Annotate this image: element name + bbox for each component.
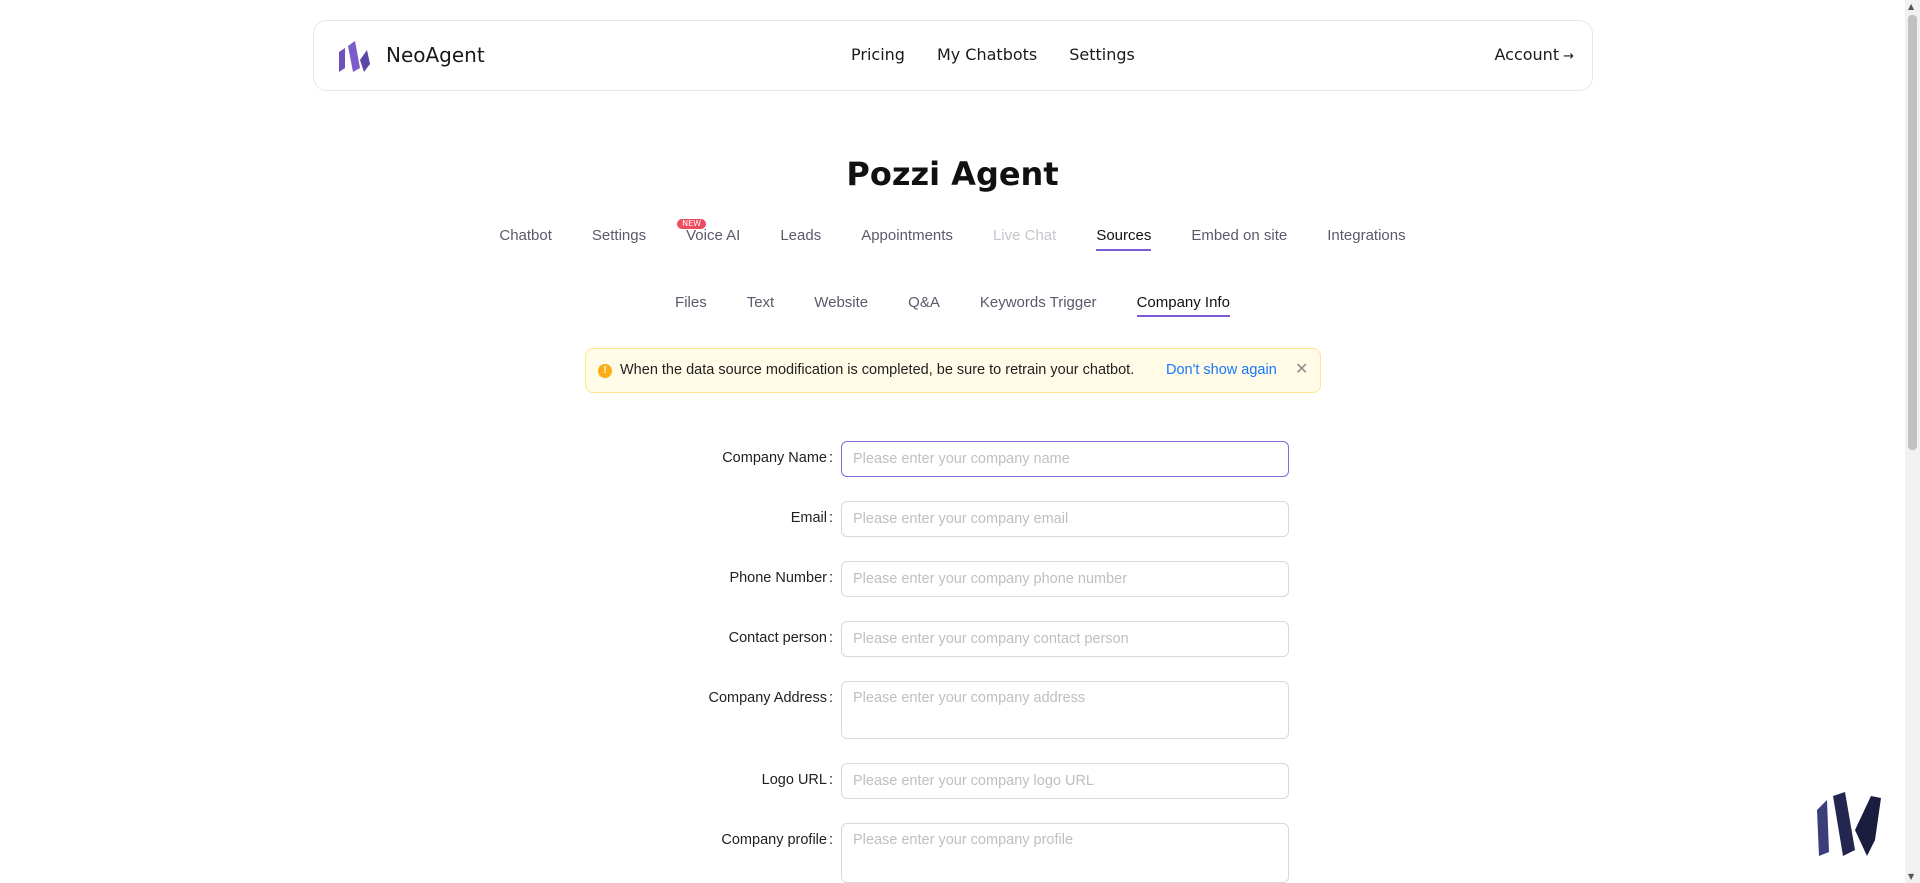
- logo-url-input[interactable]: [841, 763, 1289, 799]
- dont-show-again-link[interactable]: Don't show again: [1166, 362, 1277, 378]
- nav-my-chatbots[interactable]: My Chatbots: [937, 45, 1037, 64]
- chat-widget-icon[interactable]: [1815, 790, 1883, 858]
- scroll-thumb[interactable]: [1908, 15, 1917, 450]
- subtab-qa[interactable]: Q&A: [908, 294, 940, 317]
- main-nav: Pricing My Chatbots Settings: [851, 45, 1135, 64]
- retrain-alert: ! When the data source modification is c…: [585, 348, 1321, 393]
- account-link[interactable]: Account →: [1494, 45, 1574, 64]
- phone-number-label: Phone Number:: [729, 570, 833, 586]
- tab-appointments[interactable]: Appointments: [861, 227, 953, 251]
- tab-sources[interactable]: Sources: [1096, 227, 1152, 251]
- scroll-down-arrow-icon[interactable]: ▼: [1908, 872, 1914, 881]
- tab-voice-ai-label: Voice AI: [686, 227, 741, 244]
- company-name-input[interactable]: [841, 441, 1289, 477]
- contact-person-label: Contact person:: [728, 630, 833, 646]
- subtab-keywords-trigger[interactable]: Keywords Trigger: [980, 294, 1097, 317]
- brand-name[interactable]: NeoAgent: [386, 43, 485, 67]
- account-label: Account: [1494, 45, 1560, 64]
- close-icon[interactable]: ✕: [1295, 359, 1308, 378]
- company-name-label: Company Name:: [722, 450, 833, 466]
- alert-message: When the data source modification is com…: [620, 362, 1135, 378]
- page-title: Pozzi Agent: [846, 155, 1059, 193]
- source-subtabs: Files Text Website Q&A Keywords Trigger …: [0, 294, 1905, 317]
- arrow-right-icon: →: [1563, 49, 1574, 64]
- subtab-website[interactable]: Website: [814, 294, 868, 317]
- subtab-files[interactable]: Files: [675, 294, 707, 317]
- tab-voice-ai[interactable]: NEW Voice AI: [677, 219, 741, 251]
- contact-person-input[interactable]: [841, 621, 1289, 657]
- email-label: Email:: [790, 510, 833, 526]
- nav-settings[interactable]: Settings: [1069, 45, 1135, 64]
- company-address-label: Company Address:: [708, 690, 833, 706]
- chatbot-tabs: Chatbot Settings NEW Voice AI Leads Appo…: [0, 219, 1905, 251]
- tab-integrations[interactable]: Integrations: [1327, 227, 1405, 251]
- tab-embed-on-site[interactable]: Embed on site: [1191, 227, 1287, 251]
- subtab-text[interactable]: Text: [747, 294, 775, 317]
- page-scrollbar[interactable]: ▲ ▼: [1905, 0, 1920, 883]
- email-input[interactable]: [841, 501, 1289, 537]
- tab-live-chat: Live Chat: [992, 227, 1057, 244]
- company-profile-label: Company profile:: [721, 832, 833, 848]
- company-address-textarea[interactable]: [841, 681, 1289, 739]
- tab-chatbot[interactable]: Chatbot: [499, 227, 552, 251]
- new-badge: NEW: [677, 219, 707, 229]
- tab-settings[interactable]: Settings: [592, 227, 646, 251]
- logo-url-label: Logo URL:: [761, 772, 833, 788]
- tab-leads[interactable]: Leads: [780, 227, 821, 251]
- top-header: NeoAgent Pricing My Chatbots Settings Ac…: [313, 20, 1593, 91]
- exclamation-circle-icon: !: [598, 364, 612, 378]
- company-profile-textarea[interactable]: [841, 823, 1289, 883]
- subtab-company-info[interactable]: Company Info: [1136, 294, 1230, 317]
- phone-number-input[interactable]: [841, 561, 1289, 597]
- neoagent-logo-icon[interactable]: [336, 38, 372, 74]
- scroll-up-arrow-icon[interactable]: ▲: [1908, 2, 1914, 11]
- nav-pricing[interactable]: Pricing: [851, 45, 905, 64]
